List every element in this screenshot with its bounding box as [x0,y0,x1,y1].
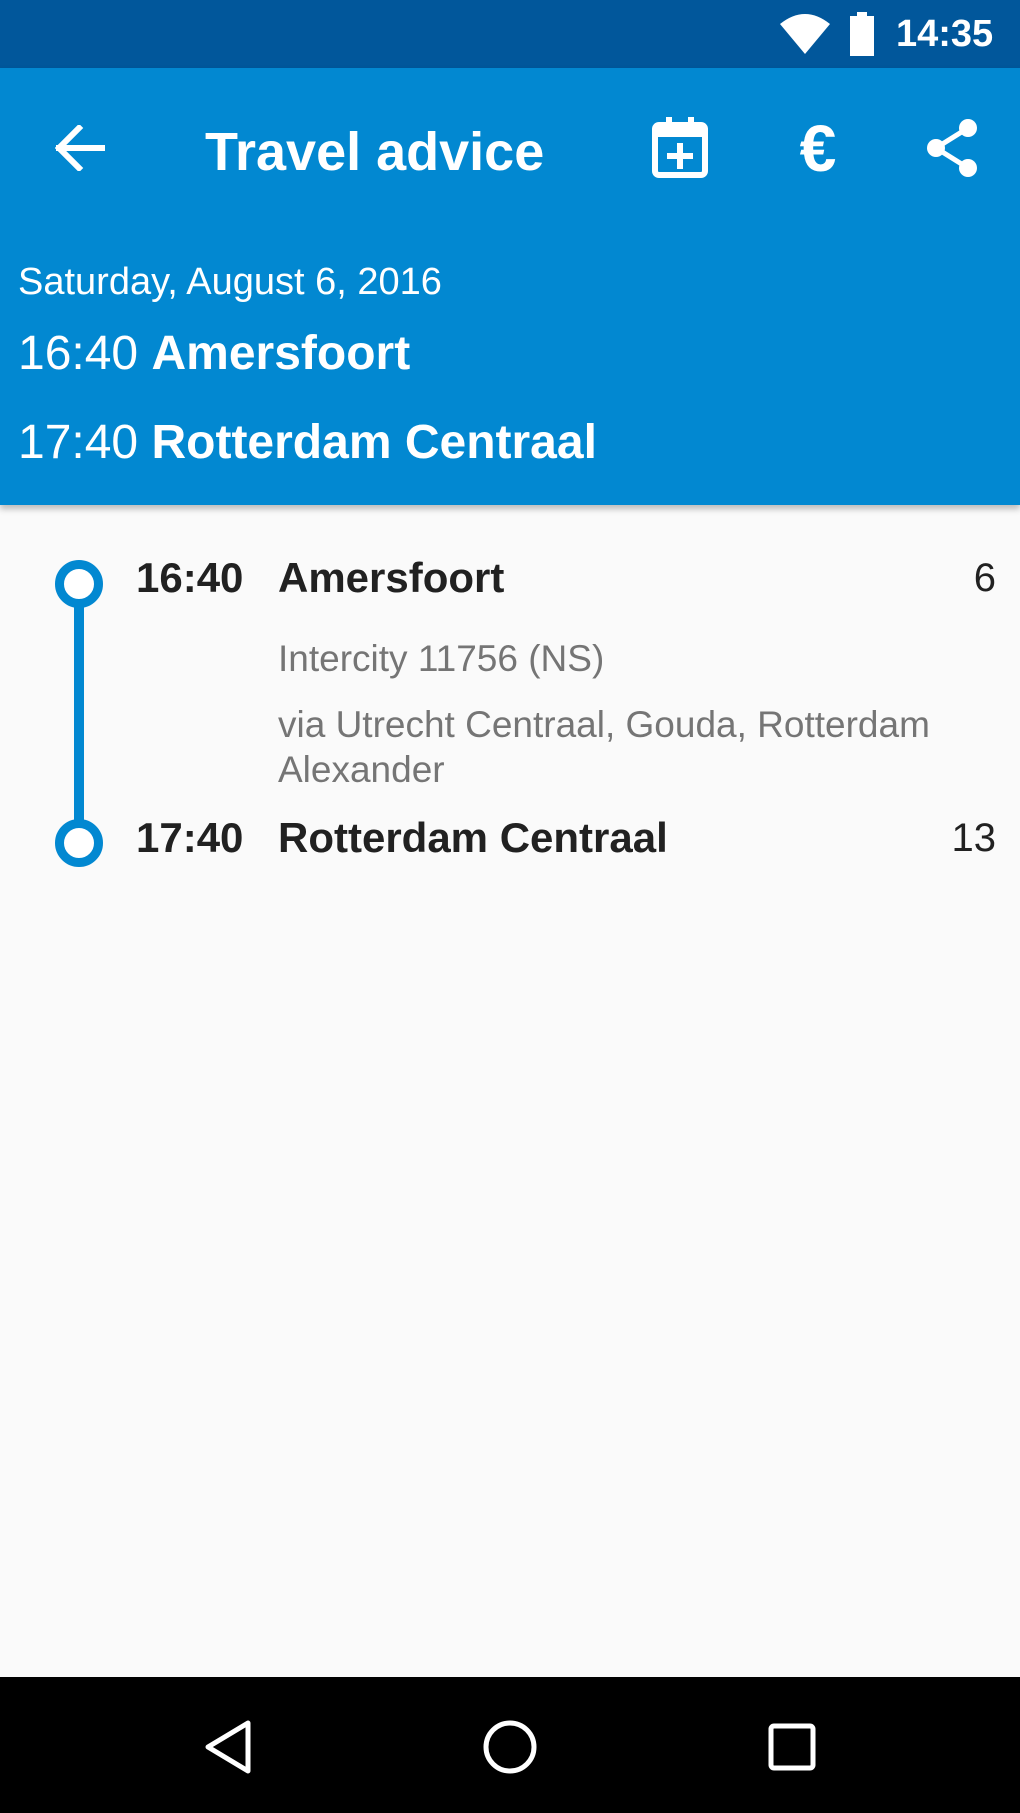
status-clock: 14:35 [896,13,994,55]
leg-departure-time: 16:40 [136,554,244,601]
nav-recents-button[interactable] [752,1707,832,1787]
summary-departure: 16:40 Amersfoort [18,324,410,384]
euro-icon: € [799,111,837,185]
nav-home-button[interactable] [470,1707,550,1787]
wifi-icon [780,14,830,54]
leg-departure-platform: 6 [973,556,996,600]
system-nav-bar [0,1677,1020,1813]
fare-button[interactable]: € [782,110,854,186]
summary-departure-station: Amersfoort [151,327,411,380]
summary-arrival-station: Rotterdam Centraal [151,416,597,469]
timeline-line [74,573,84,833]
share-icon [927,119,977,177]
home-circle-icon [483,1720,537,1774]
add-to-calendar-button[interactable] [648,112,712,184]
summary-arrival-time: 17:40 [18,416,139,469]
page-title: Travel advice [205,122,545,182]
calendar-add-icon [652,117,708,178]
leg-arrival-time: 17:40 [136,814,244,861]
app-bar: Travel advice € Saturday, August 6, 2016… [0,68,1020,505]
leg-arrival-platform: 13 [951,816,997,860]
back-arrow-icon [55,125,105,171]
status-bar: 14:35 [0,0,1020,68]
arrival-stop-marker [55,819,103,867]
back-button[interactable] [48,116,112,180]
travel-date: Saturday, August 6, 2016 [18,261,442,303]
leg-arrival-station: Rotterdam Centraal [278,814,668,861]
share-button[interactable] [920,116,984,180]
via-stations: via Utrecht Centraal, Gouda, Rotterdam A… [278,704,930,790]
battery-icon [850,12,874,56]
back-triangle-icon [205,1720,251,1774]
nav-back-button[interactable] [188,1707,268,1787]
summary-arrival: 17:40 Rotterdam Centraal [18,413,597,473]
departure-stop-marker [55,560,103,608]
train-service: Intercity 11756 (NS) [278,638,605,679]
summary-departure-time: 16:40 [18,327,139,380]
leg-departure-station: Amersfoort [278,554,505,601]
recents-square-icon [768,1723,816,1771]
